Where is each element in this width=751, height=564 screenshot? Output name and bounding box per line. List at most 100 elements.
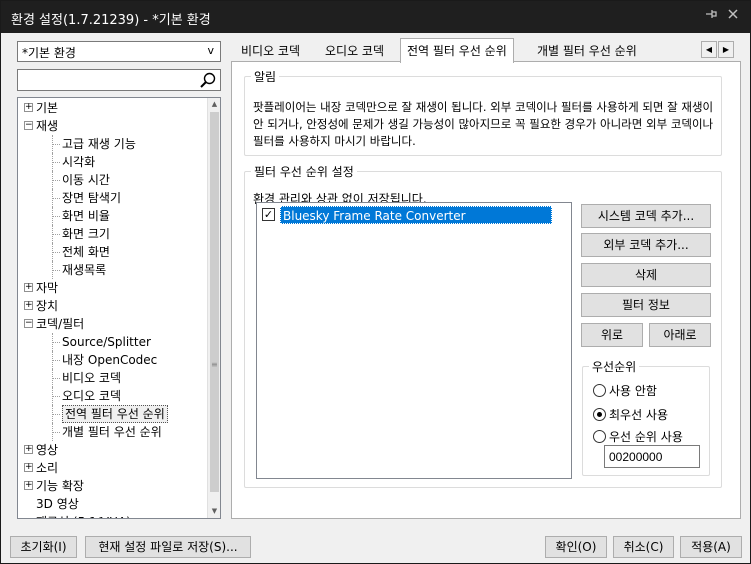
radio-top-priority-label: 최우선 사용 — [609, 408, 669, 422]
tree-guide-line — [52, 261, 53, 279]
tree-item[interactable]: 이동 시간 — [62, 171, 110, 189]
tree-item[interactable]: 화면 비율 — [62, 207, 110, 225]
priority-legend: 우선순위 — [592, 360, 637, 374]
tab-global-filter-priority[interactable]: 전역 필터 우선 순위 — [400, 38, 514, 63]
tree-guide-line — [52, 252, 60, 253]
codec-list[interactable]: ✓ Bluesky Frame Rate Converter — [256, 202, 572, 479]
add-system-codec-button[interactable]: 시스템 코덱 추가... — [581, 204, 711, 228]
tree-guide-line — [52, 144, 60, 145]
tab-strip: 비디오 코덱 오디오 코덱 전역 필터 우선 순위 개별 필터 우선 순위 ◀ … — [231, 38, 741, 63]
search-icon[interactable] — [199, 72, 217, 89]
codec-checkbox[interactable]: ✓ — [262, 208, 275, 221]
tree-guide-line — [52, 198, 60, 199]
radio-use-priority-label: 우선 순위 사용 — [609, 430, 683, 444]
tree-item[interactable]: 개별 필터 우선 순위 — [62, 423, 162, 441]
settings-tree[interactable]: ▲ ≡ ▼ + 기본 − 재생 고급 재생 기능 시각화 이동 시간 장면 탐색기 화면 비율 화… — [17, 97, 221, 519]
tab-video-codec[interactable]: 비디오 코덱 — [235, 40, 306, 62]
radio-no-use-label: 사용 안함 — [609, 384, 657, 398]
tree-item[interactable]: 자막 — [36, 279, 58, 297]
radio-use-priority-circle[interactable] — [593, 430, 606, 443]
cancel-button[interactable]: 취소(C) — [613, 536, 674, 558]
radio-no-use-circle[interactable] — [593, 384, 606, 397]
tree-item[interactable]: 소리 — [36, 459, 58, 477]
tree-guide-line — [52, 378, 60, 379]
tree-guide-line — [52, 360, 60, 361]
tree-guide-line — [52, 423, 53, 441]
tree-item[interactable]: Source/Splitter — [62, 333, 151, 351]
profile-select[interactable]: *기본 환경 v — [17, 41, 221, 62]
tree-guide-line — [52, 234, 60, 235]
tree-guide-line — [52, 189, 53, 207]
tab-scroll-left-icon[interactable]: ◀ — [701, 41, 717, 58]
tree-item[interactable]: 내장 OpenCodec — [62, 351, 157, 369]
profile-select-value: *기본 환경 — [22, 46, 76, 60]
tree-item[interactable]: 코덱/필터 — [36, 315, 84, 333]
tree-item[interactable]: 재생목록 — [62, 261, 106, 279]
tree-guide-line — [52, 243, 53, 261]
tree-item[interactable]: 장면 탐색기 — [62, 189, 121, 207]
tree-item[interactable]: 영상 — [36, 441, 58, 459]
tree-item[interactable]: 전체 화면 — [62, 243, 110, 261]
priority-value-input[interactable] — [604, 445, 700, 468]
tree-item[interactable]: 전역 필터 우선 순위 — [62, 405, 168, 423]
tree-guide-line — [52, 162, 60, 163]
apply-button[interactable]: 적용(A) — [680, 536, 742, 558]
collapse-icon[interactable]: − — [24, 319, 33, 328]
move-down-button[interactable]: 아래로 — [649, 323, 711, 347]
delete-button[interactable]: 삭제 — [581, 263, 711, 287]
tree-guide-line — [52, 414, 60, 415]
tree-item[interactable]: 시각화 — [62, 153, 95, 171]
tree-guide-line — [52, 369, 53, 387]
tree-guide-line — [52, 270, 60, 271]
tree-item[interactable]: 기본 — [36, 99, 58, 117]
add-external-codec-button[interactable]: 외부 코덱 추가... — [581, 233, 711, 257]
scroll-up-icon[interactable]: ▲ — [208, 98, 220, 111]
expand-icon[interactable]: + — [24, 301, 33, 310]
reset-button[interactable]: 초기화(I) — [10, 536, 77, 558]
tree-item[interactable]: 장치 — [36, 297, 58, 315]
tree-item[interactable]: 기능 확장 — [36, 477, 84, 495]
tab-individual-filter-priority[interactable]: 개별 필터 우선 순위 — [531, 40, 643, 62]
expand-icon[interactable]: + — [24, 463, 33, 472]
scroll-down-icon[interactable]: ▼ — [208, 505, 220, 518]
list-item[interactable]: ✓ Bluesky Frame Rate Converter — [260, 206, 568, 224]
tree-item[interactable]: 오디오 코덱 — [62, 387, 121, 405]
scrollbar-thumb[interactable] — [210, 112, 219, 492]
tab-scroll-right-icon[interactable]: ▶ — [718, 41, 734, 58]
expand-icon[interactable]: + — [24, 481, 33, 490]
expand-icon[interactable]: + — [24, 283, 33, 292]
filter-info-button[interactable]: 필터 정보 — [581, 293, 711, 317]
tree-item[interactable]: 고급 재생 기능 — [62, 135, 136, 153]
tab-panel: 알림 팟플레이어는 내장 코덱만으로 잘 재생이 됩니다. 외부 코덱이나 필터… — [231, 61, 741, 519]
collapse-icon[interactable]: − — [24, 121, 33, 130]
close-icon[interactable] — [723, 7, 743, 27]
tab-audio-codec[interactable]: 오디오 코덱 — [319, 40, 390, 62]
notice-group: 알림 팟플레이어는 내장 코덱만으로 잘 재생이 됩니다. 외부 코덱이나 필터… — [244, 68, 722, 156]
move-up-button[interactable]: 위로 — [581, 323, 643, 347]
settings-window: 환경 설정(1.7.21239) - *기본 환경 *기본 환경 v ▲ ≡ ▼… — [0, 0, 751, 564]
expand-icon[interactable]: + — [24, 103, 33, 112]
save-current-settings-button[interactable]: 현재 설정 파일로 저장(S)... — [85, 536, 251, 558]
chevron-down-icon: v — [207, 44, 214, 57]
tree-item[interactable]: 재생 — [36, 117, 58, 135]
tree-guide-line — [52, 216, 60, 217]
ok-button[interactable]: 확인(O) — [545, 536, 607, 558]
tree-guide-line — [52, 171, 53, 189]
codec-name[interactable]: Bluesky Frame Rate Converter — [280, 206, 552, 224]
tree-item[interactable]: 화면 크기 — [62, 225, 110, 243]
tree-guide-line — [52, 405, 53, 423]
tree-item[interactable]: 비디오 코덱 — [62, 369, 121, 387]
tree-guide-line — [52, 351, 53, 369]
expand-icon[interactable]: + — [24, 445, 33, 454]
tree-guide-line — [52, 333, 53, 351]
tree-guide-line — [52, 432, 60, 433]
radio-top-priority-circle[interactable] — [593, 408, 606, 421]
pin-icon[interactable] — [701, 7, 721, 27]
tree-scrollbar[interactable]: ▲ ≡ ▼ — [207, 98, 220, 518]
tree-guide-line — [52, 207, 53, 225]
tree-guide-line — [52, 396, 60, 397]
tree-guide-line — [52, 342, 60, 343]
search-input[interactable] — [17, 69, 221, 91]
tree-item[interactable]: 재구성 (5.1/VHA) — [36, 513, 131, 518]
tree-item[interactable]: 3D 영상 — [36, 495, 79, 513]
